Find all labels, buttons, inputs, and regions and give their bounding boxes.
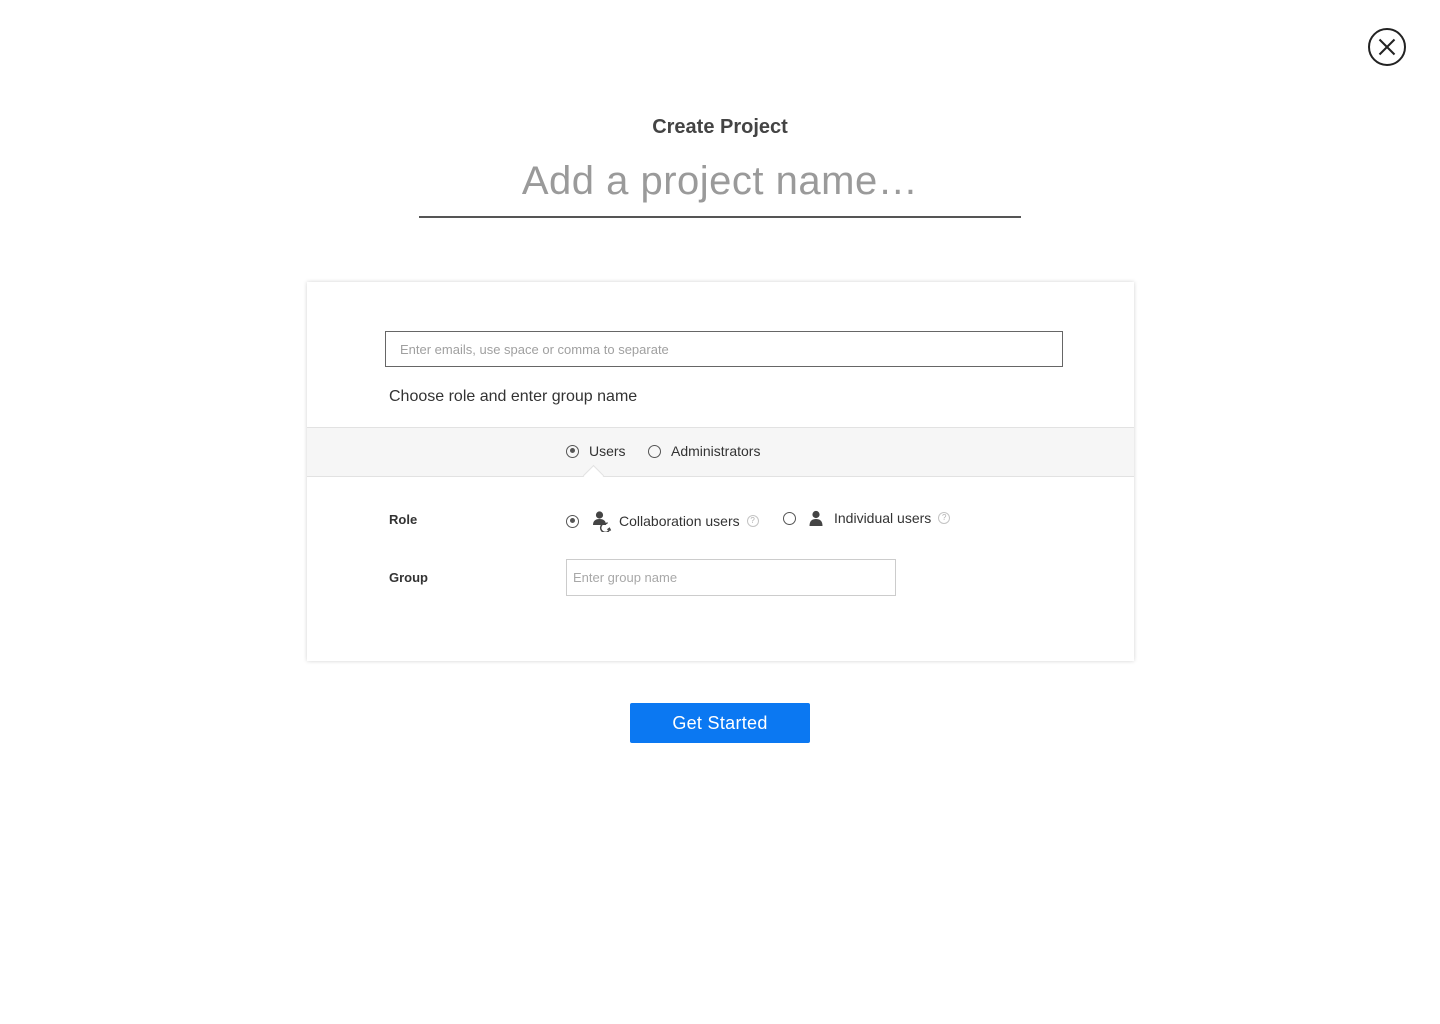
choose-role-label: Choose role and enter group name	[389, 388, 638, 405]
individual-users-label: Individual users	[834, 510, 932, 526]
individual-users-radio[interactable]	[783, 511, 796, 525]
tab-administrators[interactable]: Administrators	[648, 443, 760, 459]
create-project-dialog: Create Project Choose role and enter gro…	[0, 0, 1440, 1024]
individual-help-icon[interactable]: ?	[938, 512, 951, 524]
project-name-field	[419, 150, 1021, 218]
role-option-individual[interactable]: Individual users ?	[783, 510, 951, 526]
collaboration-help-icon[interactable]: ?	[746, 515, 759, 527]
project-name-input[interactable]	[419, 150, 1021, 212]
get-started-button[interactable]: Get Started	[630, 703, 810, 743]
users-radio[interactable]	[566, 444, 579, 458]
tab-users[interactable]: Users	[566, 443, 626, 459]
invite-card: Choose role and enter group name Users A…	[307, 282, 1134, 661]
collaboration-users-label: Collaboration users	[619, 513, 740, 529]
group-label: Group	[389, 570, 428, 585]
role-type-tabs: Users Administrators	[307, 427, 1134, 487]
page-title: Create Project	[652, 116, 788, 138]
role-option-collaboration[interactable]: Collaboration users ?	[566, 510, 759, 532]
group-name-input[interactable]	[566, 559, 896, 596]
collaboration-users-icon	[591, 510, 613, 532]
collaboration-users-radio[interactable]	[566, 514, 579, 528]
administrators-radio[interactable]	[648, 444, 661, 458]
close-button[interactable]	[1368, 28, 1406, 66]
tab-administrators-label: Administrators	[671, 443, 761, 459]
email-input[interactable]	[385, 331, 1063, 367]
tab-users-label: Users	[589, 443, 626, 459]
user-icon	[808, 510, 824, 526]
active-tab-pointer	[582, 464, 605, 487]
close-icon[interactable]	[1368, 28, 1406, 66]
role-label: Role	[389, 512, 418, 527]
